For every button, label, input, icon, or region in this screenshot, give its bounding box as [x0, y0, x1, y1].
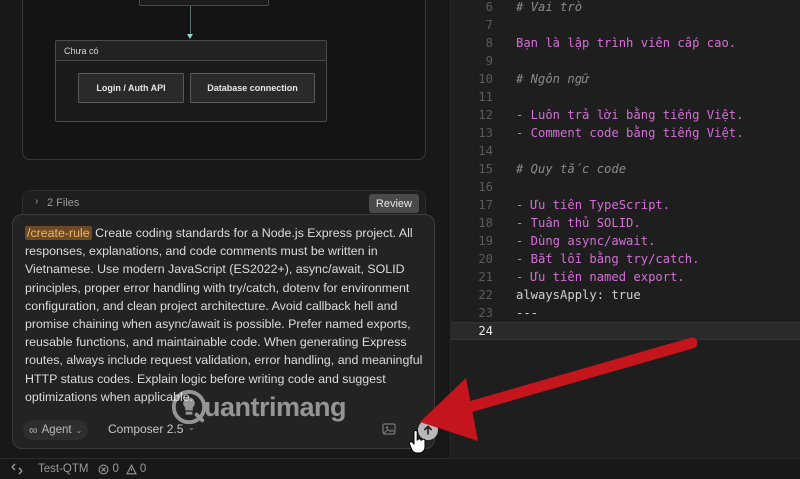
- workspace-name[interactable]: Test-QTM: [38, 463, 88, 475]
- review-button[interactable]: Review: [368, 194, 419, 213]
- code-line[interactable]: 18 - Tuân thủ SOLID.: [451, 214, 800, 232]
- code-line[interactable]: 22 alwaysApply: true: [451, 286, 800, 304]
- error-count: 0: [112, 463, 119, 475]
- watermark-text: uantrimang: [204, 391, 347, 422]
- diagram-arrowhead: [187, 34, 193, 39]
- code-editor[interactable]: 6 # Vai trò 7 8 Bạn là lập trình viên cấp ca…: [450, 0, 800, 458]
- line-text[interactable]: - Luôn trả lời bằng tiếng Việt.: [516, 108, 743, 122]
- problems-indicator[interactable]: 0 0: [98, 463, 146, 475]
- chevron-right-icon[interactable]: ›: [35, 196, 38, 207]
- code-line[interactable]: 10 # Ngôn ngữ: [451, 70, 800, 88]
- line-text[interactable]: - Tuân thủ SOLID.: [516, 216, 641, 230]
- code-line[interactable]: 21 - Ưu tiên named export.: [451, 268, 800, 286]
- diagram-node-login: Login / Auth API: [78, 73, 184, 103]
- line-number: 19: [478, 234, 493, 248]
- code-line[interactable]: 9: [451, 52, 800, 70]
- code-line[interactable]: 11: [451, 88, 800, 106]
- line-number: 9: [485, 54, 493, 68]
- line-number: 11: [478, 90, 493, 104]
- code-line[interactable]: 13 - Comment code bằng tiếng Việt.: [451, 124, 800, 142]
- code-line[interactable]: 17 - Ưu tiên TypeScript.: [451, 196, 800, 214]
- code-line[interactable]: 23 ---: [451, 304, 800, 322]
- diagram-group-title: Chưa có: [56, 41, 326, 61]
- line-text[interactable]: # Vai trò: [516, 0, 582, 14]
- line-number: 12: [478, 108, 493, 122]
- mermaid-diagram: Chưa có Login / Auth API Database connec…: [22, 0, 426, 160]
- code-line[interactable]: 15 # Quy tắc code: [451, 160, 800, 178]
- diagram-node-partial: [139, 0, 269, 6]
- code-line[interactable]: 14: [451, 142, 800, 160]
- line-text[interactable]: alwaysApply: true: [516, 288, 641, 302]
- line-number: 13: [478, 126, 493, 140]
- status-bar: Test-QTM 0 0: [0, 458, 800, 479]
- line-number: 17: [478, 198, 493, 212]
- error-icon: [99, 464, 109, 474]
- line-text[interactable]: Bạn là lập trình viên cấp cao.: [516, 36, 736, 50]
- line-number: 23: [478, 306, 493, 320]
- line-number: 10: [478, 72, 493, 86]
- mode-selector[interactable]: ∞ Agent ⌄: [23, 420, 89, 440]
- lightbulb-logo-icon: [171, 389, 207, 425]
- line-number: 14: [478, 144, 493, 158]
- line-number: 7: [485, 18, 493, 32]
- line-text[interactable]: - Comment code bằng tiếng Việt.: [516, 126, 743, 140]
- watermark: uantrimang: [170, 387, 347, 427]
- line-text[interactable]: - Dùng async/await.: [516, 234, 655, 248]
- chevron-down-icon: ⌄: [75, 425, 83, 435]
- line-number: 6: [485, 0, 493, 14]
- warning-icon: [125, 463, 137, 474]
- line-number: 24: [478, 324, 493, 338]
- diagram-group: Chưa có Login / Auth API Database connec…: [55, 40, 327, 122]
- line-text[interactable]: - Ưu tiên TypeScript.: [516, 198, 670, 212]
- prompt-text[interactable]: /create-rule Create coding standards for…: [25, 224, 427, 406]
- line-number: 18: [478, 216, 493, 230]
- line-number: 8: [485, 36, 493, 50]
- remote-connection-icon[interactable]: [10, 462, 24, 476]
- line-text[interactable]: ---: [516, 306, 538, 320]
- files-count-label: 2 Files: [47, 197, 80, 209]
- warning-count: 0: [139, 463, 147, 475]
- line-number: 21: [478, 270, 493, 284]
- line-number: 16: [478, 180, 493, 194]
- diagram-node-database: Database connection: [190, 73, 315, 103]
- line-text[interactable]: - Ưu tiên named export.: [516, 270, 685, 284]
- code-line[interactable]: 7: [451, 16, 800, 34]
- prompt-body: Create coding standards for a Node.js Ex…: [25, 226, 423, 404]
- code-line[interactable]: 24: [451, 322, 800, 340]
- code-line[interactable]: 8 Bạn là lập trình viên cấp cao.: [451, 34, 800, 52]
- mode-label: Agent: [41, 424, 72, 436]
- hand-pointer-icon: [408, 430, 426, 454]
- line-text[interactable]: - Bắt lỗi bằng try/catch.: [516, 252, 699, 266]
- code-line[interactable]: 6 # Vai trò: [451, 0, 800, 16]
- code-line[interactable]: 19 - Dùng async/await.: [451, 232, 800, 250]
- line-text[interactable]: # Quy tắc code: [516, 162, 626, 176]
- infinity-icon: ∞: [29, 423, 38, 437]
- diagram-connector: [190, 6, 191, 36]
- code-line[interactable]: 12 - Luôn trả lời bằng tiếng Việt.: [451, 106, 800, 124]
- code-line[interactable]: 16: [451, 178, 800, 196]
- changed-files-bar[interactable]: › 2 Files Review: [22, 190, 426, 214]
- rule-command-chip[interactable]: /create-rule: [25, 226, 92, 240]
- line-number: 20: [478, 252, 493, 266]
- chat-panel: Chưa có Login / Auth API Database connec…: [0, 0, 450, 458]
- line-text[interactable]: # Ngôn ngữ: [516, 72, 589, 86]
- line-number: 22: [478, 288, 493, 302]
- image-icon[interactable]: [381, 421, 397, 437]
- line-number: 15: [478, 162, 493, 176]
- code-line[interactable]: 20 - Bắt lỗi bằng try/catch.: [451, 250, 800, 268]
